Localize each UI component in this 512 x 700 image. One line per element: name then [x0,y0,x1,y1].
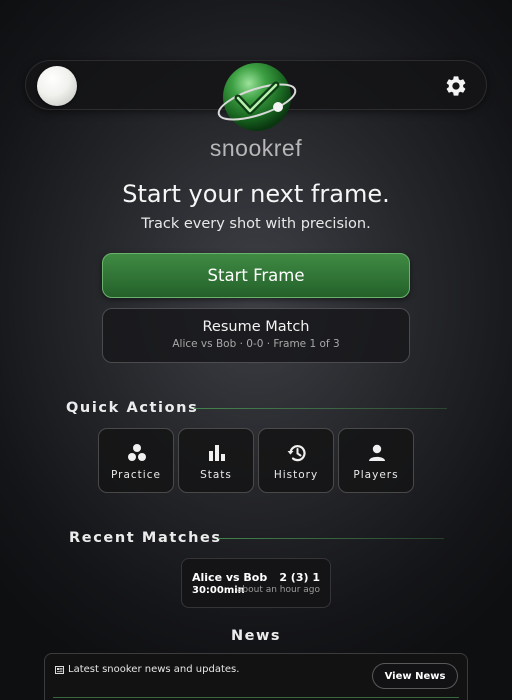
recent-matches-divider [218,538,444,539]
recent-match-card[interactable]: Alice vs Bob 2 (3) 1 30:00min about an h… [181,558,331,608]
quick-action-practice[interactable]: Practice [98,428,174,493]
quick-actions-title: Quick Actions [66,400,199,416]
quick-action-label: Players [353,469,399,481]
person-icon [369,444,385,461]
resume-match-button[interactable]: Resume Match Alice vs Bob · 0-0 · Frame … [102,308,410,363]
recent-matches-title: Recent Matches [69,530,222,546]
quick-action-label: Stats [200,469,232,481]
hero-subhead: Track every shot with precision. [141,216,371,232]
view-news-button[interactable]: View News [372,663,458,689]
snookref-logo-ball [217,63,297,131]
bar-chart-icon [209,445,225,461]
quick-action-players[interactable]: Players [338,428,414,493]
brand-name: snookref [209,135,303,161]
news-text: Latest snooker news and updates. [68,664,240,675]
gear-icon[interactable] [444,74,468,98]
news-title: News [231,628,281,644]
match-time-ago: about an hour ago [236,585,320,595]
news-card: Latest snooker news and updates. View Ne… [44,653,468,700]
quick-action-label: Practice [111,469,161,481]
match-score: 2 (3) 1 [279,571,320,584]
match-players: Alice vs Bob [192,571,268,584]
hero-headline: Start your next frame. [122,180,390,208]
quick-action-history[interactable]: History [258,428,334,493]
news-divider [53,697,459,698]
balls-icon [128,444,146,461]
cue-ball-icon[interactable] [37,66,77,106]
quick-action-stats[interactable]: Stats [178,428,254,493]
history-icon [287,445,306,462]
quick-action-label: History [273,469,319,481]
newspaper-icon [55,666,64,674]
start-frame-button[interactable]: Start Frame [102,253,410,298]
resume-match-label: Resume Match [202,319,310,335]
quick-actions-divider [194,408,447,409]
resume-match-detail: Alice vs Bob · 0-0 · Frame 1 of 3 [172,338,340,350]
